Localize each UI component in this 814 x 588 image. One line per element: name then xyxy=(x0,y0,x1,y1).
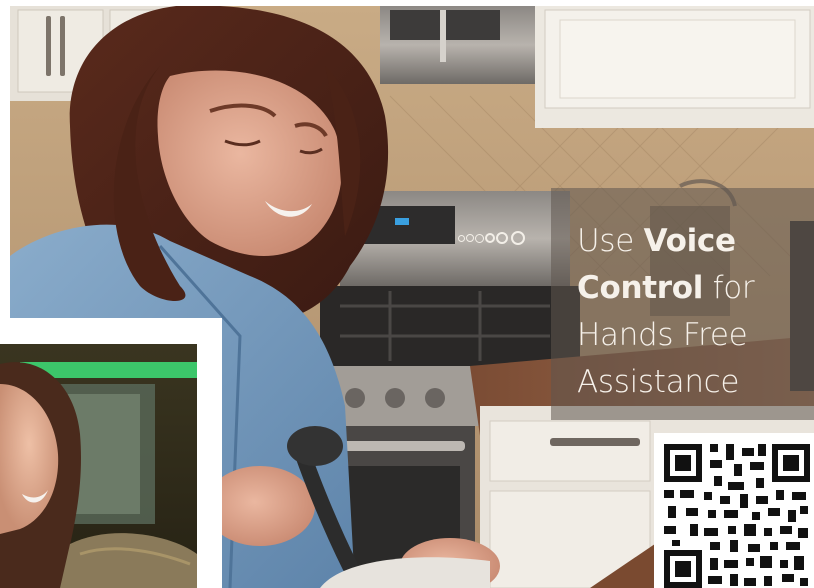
voice-control-headline: Use Voice Control for Hands Free Assista… xyxy=(577,218,807,406)
inset-photo xyxy=(0,344,197,588)
progress-dots-icon xyxy=(458,231,525,245)
qr-code-icon[interactable] xyxy=(664,444,810,588)
headline-line-4: Assistance xyxy=(577,364,740,400)
headline-line-3: Hands Free xyxy=(577,317,748,353)
headline-line-1: Use Voice xyxy=(577,223,736,259)
headline-line-2: Control for xyxy=(577,270,755,306)
